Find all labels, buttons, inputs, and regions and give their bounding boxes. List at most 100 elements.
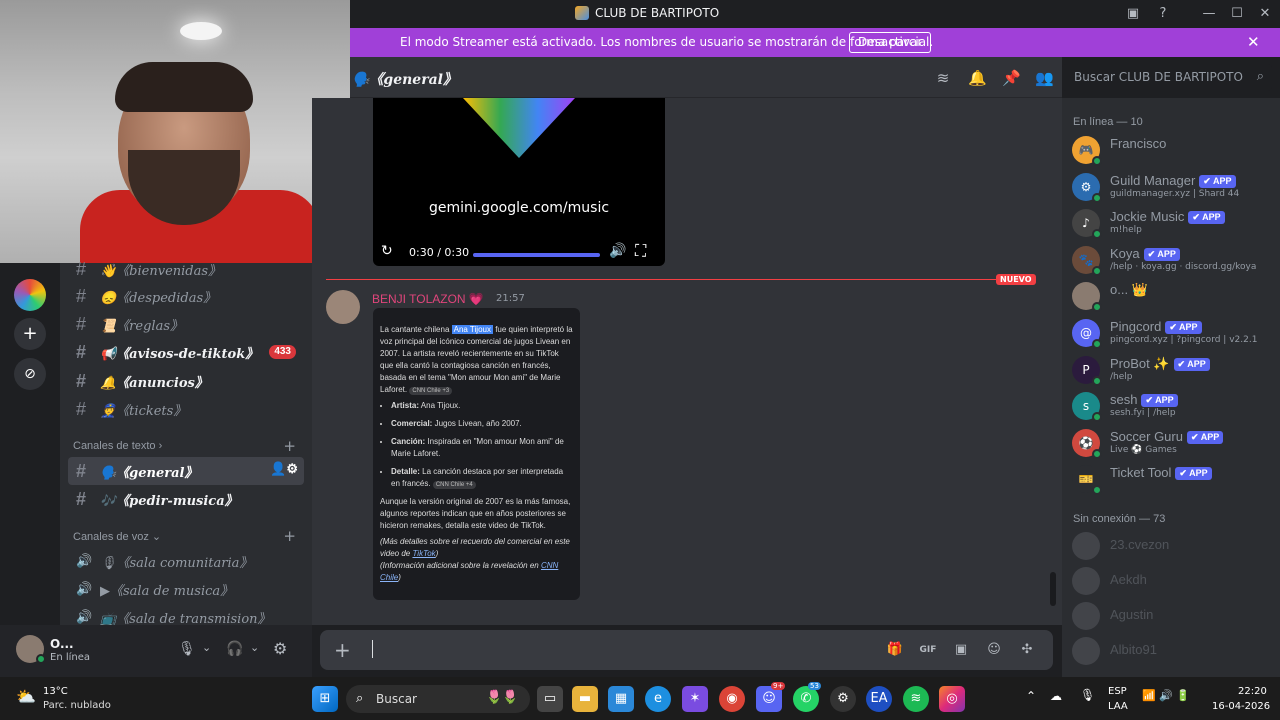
windows-start-icon[interactable]: ⊞ — [312, 686, 338, 712]
taskbar-search-label: Buscar — [376, 692, 417, 706]
attach-plus-icon[interactable]: + — [334, 638, 351, 662]
copilot-icon[interactable]: ✶ — [682, 686, 708, 712]
clock-date[interactable]: 16-04-2026 — [1212, 701, 1270, 712]
close-window-button[interactable]: ✕ — [1254, 4, 1276, 24]
minimize-button[interactable]: — — [1198, 4, 1220, 24]
channel-anuncios[interactable]: # 🔔《anuncios》 — [68, 367, 304, 395]
emoji-icon[interactable]: ☺ — [984, 640, 1004, 660]
clock-time[interactable]: 22:20 — [1238, 686, 1267, 697]
server-search-input[interactable]: Buscar CLUB DE BARTIPOTO ⌕ — [1062, 64, 1272, 91]
member-item[interactable]: 🐾 Koya ✔ APP/help · koya.gg · discord.gg/k… — [1072, 244, 1272, 276]
channel-pedir-musica[interactable]: # 🎶《pedir-musica》 — [68, 485, 304, 513]
ceiling-lamp — [180, 22, 222, 40]
member-item[interactable]: @ Pingcord ✔ APP pingcord.xyz | ?pingcord |… — [1072, 317, 1272, 349]
file-explorer-icon[interactable]: ▬ — [572, 686, 598, 712]
category-text-channels[interactable]: Canales de texto › — [73, 440, 162, 452]
member-item[interactable]: ⚽ Soccer Guru ✔ APP Live ⚽ Games — [1072, 427, 1272, 459]
maximize-button[interactable]: ☐ — [1226, 4, 1248, 24]
voice-sala-comunitaria[interactable]: 🔊 🎙《sala comunitaria》 — [68, 547, 304, 575]
member-activity: guildmanager.xyz | Shard 44 — [1110, 188, 1240, 199]
store-icon[interactable]: ▦ — [608, 686, 634, 712]
speaker-icon: 🔊 — [76, 609, 93, 624]
chevron-down-icon[interactable]: ⌄ — [202, 641, 211, 654]
member-item-offline[interactable]: Agustin — [1072, 600, 1272, 632]
add-text-channel-icon[interactable]: + — [283, 437, 296, 455]
task-view-icon[interactable]: ▭ — [537, 686, 563, 712]
channel-tickets[interactable]: # 👮《tickets》 — [68, 395, 304, 423]
new-messages-divider — [326, 279, 1026, 280]
member-item[interactable]: o... 👑 — [1072, 280, 1272, 313]
message-avatar[interactable] — [326, 290, 360, 324]
member-item[interactable]: ♪ Jockie Music ✔ APP m!help — [1072, 207, 1272, 240]
message-composer[interactable]: + 🎁 GIF ▣ ☺ ✣ — [320, 630, 1053, 670]
member-item-offline[interactable]: Aekdh — [1072, 565, 1272, 597]
onedrive-icon[interactable]: ☁ — [1050, 689, 1062, 703]
fullscreen-icon[interactable]: ⛶ — [635, 241, 646, 261]
pinned-messages-icon[interactable]: 📌 — [1002, 69, 1021, 87]
user-settings-icon[interactable]: ⚙ — [273, 639, 287, 658]
discover-icon[interactable]: ⊘ — [14, 358, 46, 390]
chevron-down-icon[interactable]: ⌄ — [250, 641, 259, 654]
member-item-offline[interactable]: 23.cvezon — [1072, 530, 1272, 562]
chrome-icon[interactable]: ◉ — [719, 686, 745, 712]
tray-status-icons[interactable]: 📶 🔊 🔋 — [1142, 689, 1190, 702]
member-item-offline[interactable]: Albito91 — [1072, 635, 1272, 667]
video-progress-bar[interactable] — [473, 253, 600, 257]
list-item: Comercial: Jugos Livean, año 2007. — [391, 418, 573, 430]
channel-avisos-de-tiktok[interactable]: # 📢《avisos-de-tiktok》 433 — [68, 338, 304, 366]
ea-app-icon[interactable]: EA — [866, 686, 892, 712]
tray-chevron-icon[interactable]: ⌃ — [1026, 689, 1036, 703]
notification-bell-icon[interactable]: 🔔 — [968, 69, 987, 87]
steam-icon[interactable]: ⚙ — [830, 686, 856, 712]
weather-icon[interactable]: ⛅ — [16, 687, 38, 709]
online-status-icon — [36, 654, 46, 664]
spotify-icon[interactable]: ≋ — [903, 686, 929, 712]
add-voice-channel-icon[interactable]: + — [283, 527, 296, 545]
edge-icon[interactable]: e — [645, 686, 671, 712]
video-player[interactable]: gemini.google.com/music ↻ 0:30 / 0:30 🔊 … — [373, 98, 665, 266]
channel-despedidas[interactable]: # 😞《despedidas》 — [68, 282, 304, 310]
channel-settings-icon[interactable]: 👤⚙ — [270, 462, 298, 477]
taskbar-search[interactable]: ⌕ Buscar 🌷🌷 — [346, 685, 530, 713]
channel-bienvenidas[interactable]: # 👋《bienvenidas》 — [68, 255, 304, 283]
channel-reglas[interactable]: # 📜《reglas》 — [68, 310, 304, 338]
chat-scrollbar[interactable] — [1050, 572, 1056, 606]
gift-icon[interactable]: 🎁 — [885, 640, 905, 660]
search-placeholder: Buscar CLUB DE BARTIPOTO — [1074, 70, 1243, 84]
member-item[interactable]: s sesh ✔ APP sesh.fyi | /help — [1072, 390, 1272, 423]
discord-badge: 9+ — [771, 682, 786, 690]
language-1[interactable]: ESP — [1108, 686, 1127, 697]
instagram-icon[interactable]: ◎ — [939, 686, 965, 712]
unread-badge: 433 — [269, 345, 296, 359]
server-logo-icon — [575, 6, 589, 20]
sticker-icon[interactable]: ▣ — [951, 640, 971, 660]
member-item[interactable]: P ProBot ✨ ✔ APP/help — [1072, 354, 1272, 386]
category-voice-channels[interactable]: Canales de voz ⌄ — [73, 530, 161, 543]
member-item[interactable]: 🎫 Ticket Tool ✔ APP — [1072, 463, 1272, 496]
member-item[interactable]: ⚙ Guild Manager ✔ APP guildmanager.xyz | Sh… — [1072, 171, 1272, 203]
threads-icon[interactable]: ≋ — [934, 69, 952, 87]
channel-general[interactable]: # 🗣️《general》 👤⚙ — [68, 457, 304, 485]
message-author[interactable]: BENJI TOLAZON 💗 — [372, 292, 484, 306]
message-image-card[interactable]: La cantante chilena Ana Tijoux fue quien… — [373, 308, 580, 600]
disable-streamer-button[interactable]: Desactivar — [849, 32, 932, 53]
headphones-icon[interactable]: 🎧 — [226, 641, 243, 657]
voice-sala-de-musica[interactable]: 🔊 ▶《sala de musica》 — [68, 575, 304, 603]
online-header: En línea — 10 — [1073, 116, 1143, 128]
server-icon[interactable] — [14, 279, 46, 311]
tiktok-link[interactable]: TikTok — [412, 549, 435, 558]
microphone-icon[interactable]: 🎙 — [178, 641, 196, 657]
mic-tray-icon[interactable]: 🎙 — [1080, 688, 1095, 702]
whatsapp-badge: 53 — [808, 682, 821, 690]
add-server-icon[interactable]: + — [14, 318, 46, 350]
help-icon[interactable]: ? — [1152, 4, 1174, 24]
replay-icon[interactable]: ↻ — [381, 243, 393, 259]
volume-icon[interactable]: 🔊 — [609, 243, 626, 259]
apps-icon[interactable]: ✣ — [1017, 640, 1037, 660]
close-banner-icon[interactable]: ✕ — [1247, 33, 1260, 51]
inbox-icon[interactable]: ▣ — [1122, 4, 1144, 24]
gif-icon[interactable]: GIF — [918, 640, 938, 660]
language-2[interactable]: LAA — [1108, 701, 1128, 712]
member-item[interactable]: 🎮 Francisco — [1072, 134, 1272, 166]
member-list-icon[interactable]: 👥 — [1035, 69, 1054, 87]
